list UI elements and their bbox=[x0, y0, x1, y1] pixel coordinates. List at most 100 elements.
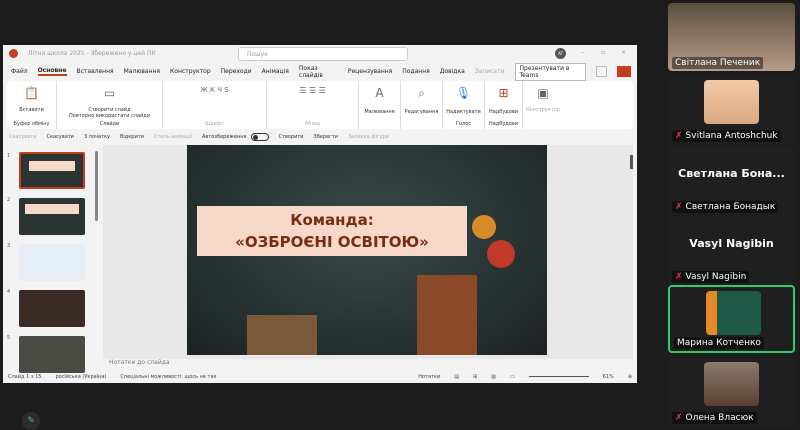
undo-button[interactable]: Скасувати bbox=[9, 134, 36, 140]
paste-icon: 📋 bbox=[24, 86, 39, 100]
document-title: Літня школа 2025 - Збережено у цей ПК bbox=[28, 50, 156, 57]
minimize-button[interactable]: – bbox=[581, 49, 584, 56]
powerpoint-logo-icon bbox=[9, 49, 18, 58]
zoom-slider[interactable] bbox=[528, 376, 589, 377]
normal-view-icon[interactable]: ▤ bbox=[454, 374, 459, 380]
new-button[interactable]: Створити bbox=[279, 134, 304, 140]
redo-button[interactable]: Скасувати bbox=[46, 134, 73, 140]
group-label: Буфер обміну bbox=[13, 121, 50, 127]
list-icons: ☰ ☰ ☰ bbox=[299, 86, 326, 95]
powerpoint-window: Літня школа 2025 - Збережено у цей ПК По… bbox=[3, 45, 637, 383]
slide-number: 2 bbox=[7, 197, 11, 203]
participant-tile[interactable]: ✗ Олена Власюк bbox=[668, 358, 795, 426]
accessibility-status[interactable]: Спеціальні можливості: щось не так bbox=[120, 374, 216, 380]
slide-title-box[interactable]: Команда: «ОЗБРОЄНІ ОСВІТОЮ» bbox=[197, 206, 467, 256]
editing-group: ⌕ Редагування bbox=[401, 81, 443, 129]
tab-slideshow[interactable]: Показ слайдів bbox=[299, 65, 338, 79]
tab-insert[interactable]: Вставлення bbox=[77, 68, 114, 75]
tab-home[interactable]: Основне bbox=[37, 67, 67, 76]
language-status[interactable]: російська (Україна) bbox=[55, 374, 106, 380]
slide-thumbnails: 1 2 3 4 5 bbox=[3, 145, 101, 373]
notes-pane[interactable]: Нотатки до слайда bbox=[103, 359, 633, 370]
paste-button[interactable]: Вставити bbox=[19, 107, 44, 113]
present-teams-button[interactable]: Презентувати в Teams bbox=[514, 62, 587, 81]
tab-animations[interactable]: Анімація bbox=[262, 68, 289, 75]
participant-name: Світлана Печеник bbox=[672, 57, 764, 69]
sorter-view-icon[interactable]: ⊞ bbox=[473, 374, 477, 380]
share-button[interactable] bbox=[617, 66, 631, 77]
tab-transitions[interactable]: Переходи bbox=[221, 68, 252, 75]
group-label: Шрифт bbox=[205, 121, 224, 127]
title-bar: Літня школа 2025 - Збережено у цей ПК По… bbox=[3, 45, 637, 63]
participant-name: Светлана Бонадык bbox=[685, 202, 776, 212]
slide-thumbnail-1[interactable] bbox=[19, 152, 85, 189]
save-button[interactable]: Зберегти bbox=[314, 134, 338, 140]
zoom-level: 61% bbox=[602, 373, 614, 380]
editing-button[interactable]: Редагування bbox=[405, 109, 439, 115]
notes-button[interactable]: Нотатки bbox=[418, 374, 440, 380]
slide-editor: Команда: «ОЗБРОЄНІ ОСВІТОЮ» bbox=[103, 145, 633, 359]
font-group: Ж К Ч S Шрифт bbox=[163, 81, 267, 129]
reading-view-icon[interactable]: ▥ bbox=[491, 374, 496, 380]
drawing-button[interactable]: Малювання bbox=[364, 109, 394, 115]
slide-number: 4 bbox=[7, 289, 11, 295]
tab-design[interactable]: Конструктор bbox=[170, 68, 211, 75]
slide-counter: Слайд 1 з 15 bbox=[8, 373, 42, 380]
edit-pen-icon[interactable]: ✎ bbox=[22, 412, 40, 430]
participant-video bbox=[704, 362, 759, 406]
slide-number: 3 bbox=[7, 243, 11, 249]
close-button[interactable]: ✕ bbox=[621, 49, 626, 56]
microphone-icon: 🎙 bbox=[455, 86, 472, 100]
slides-group: ▭ Створити слайд Повторно використати слай… bbox=[57, 81, 163, 129]
addins-icon: ⊞ bbox=[498, 86, 509, 100]
reuse-slides-button[interactable]: Повторно використати слайди bbox=[69, 113, 150, 119]
participant-video bbox=[704, 80, 759, 124]
slide-thumbnail-4[interactable] bbox=[19, 290, 85, 327]
paragraph-group: ☰ ☰ ☰ Абзац bbox=[267, 81, 359, 129]
tab-review[interactable]: Рецензування bbox=[348, 68, 392, 75]
participant-name: Svitlana Antoshchuk bbox=[685, 131, 778, 141]
autosave-toggle[interactable] bbox=[250, 133, 269, 141]
slide-thumbnail-3[interactable] bbox=[19, 244, 85, 281]
avatar[interactable]: AT bbox=[555, 48, 566, 59]
animation-style-button[interactable]: Стиль анімації bbox=[154, 134, 192, 140]
tab-draw[interactable]: Малювання bbox=[124, 68, 160, 75]
slide-title-line1: Команда: bbox=[290, 211, 374, 229]
fit-slide-icon[interactable]: ⊕ bbox=[628, 374, 632, 380]
designer-button[interactable]: Конструктор bbox=[526, 107, 560, 113]
tab-view[interactable]: Подання bbox=[402, 68, 429, 75]
group-label: Слайди bbox=[99, 121, 120, 127]
slide-thumbnail-2[interactable] bbox=[19, 198, 85, 235]
participant-tile[interactable]: Світлана Печеник bbox=[668, 3, 795, 71]
record-button[interactable]: Записати bbox=[475, 68, 505, 75]
addins-button[interactable]: Надбудови bbox=[489, 109, 518, 115]
ribbon: 📋 Вставити Буфер обміну ▭ Створити слайд Пов… bbox=[7, 81, 633, 129]
from-beginning-button[interactable]: З початку bbox=[84, 134, 110, 140]
dictate-button[interactable]: Надиктувати bbox=[446, 109, 481, 115]
quick-access-toolbar: Скасувати Скасувати З початку Відкрити С… bbox=[3, 129, 637, 145]
shape-fill-button[interactable]: Заливка фігури bbox=[348, 134, 389, 140]
tab-help[interactable]: Довідка bbox=[440, 68, 465, 75]
participant-video bbox=[706, 291, 761, 335]
status-bar: Слайд 1 з 15 російська (Україна) Спеціал… bbox=[3, 370, 637, 383]
tab-file[interactable]: Файл bbox=[11, 68, 28, 75]
editor-scrollbar[interactable] bbox=[630, 155, 633, 169]
thumbnails-scrollbar[interactable] bbox=[95, 151, 98, 221]
globe-decoration bbox=[472, 215, 496, 239]
open-button[interactable]: Відкрити bbox=[120, 134, 144, 140]
autosave-label: Автозбереження bbox=[202, 134, 247, 140]
mic-muted-icon: ✗ bbox=[675, 272, 683, 282]
slideshow-view-icon[interactable]: ▭ bbox=[510, 374, 515, 380]
font-format-icons: Ж К Ч S bbox=[200, 86, 229, 94]
participant-tile[interactable]: Светлана Бона... ✗ Светлана Бонадык bbox=[668, 147, 795, 215]
current-slide[interactable]: Команда: «ОЗБРОЄНІ ОСВІТОЮ» bbox=[187, 145, 547, 355]
search-input[interactable]: Пошук bbox=[238, 47, 408, 61]
participant-tile[interactable]: ✗ Svitlana Antoshchuk bbox=[668, 76, 795, 144]
pencils-decoration bbox=[247, 315, 317, 355]
comments-button[interactable] bbox=[596, 66, 608, 77]
maximize-button[interactable]: ▫ bbox=[601, 49, 605, 56]
participant-tile-speaking[interactable]: Марина Котченко bbox=[668, 285, 795, 353]
slide-thumbnail-5[interactable] bbox=[19, 336, 85, 373]
participant-tile[interactable]: Vasyl Nagibin ✗ Vasyl Nagibin bbox=[668, 217, 795, 285]
group-label: Абзац bbox=[304, 121, 321, 127]
